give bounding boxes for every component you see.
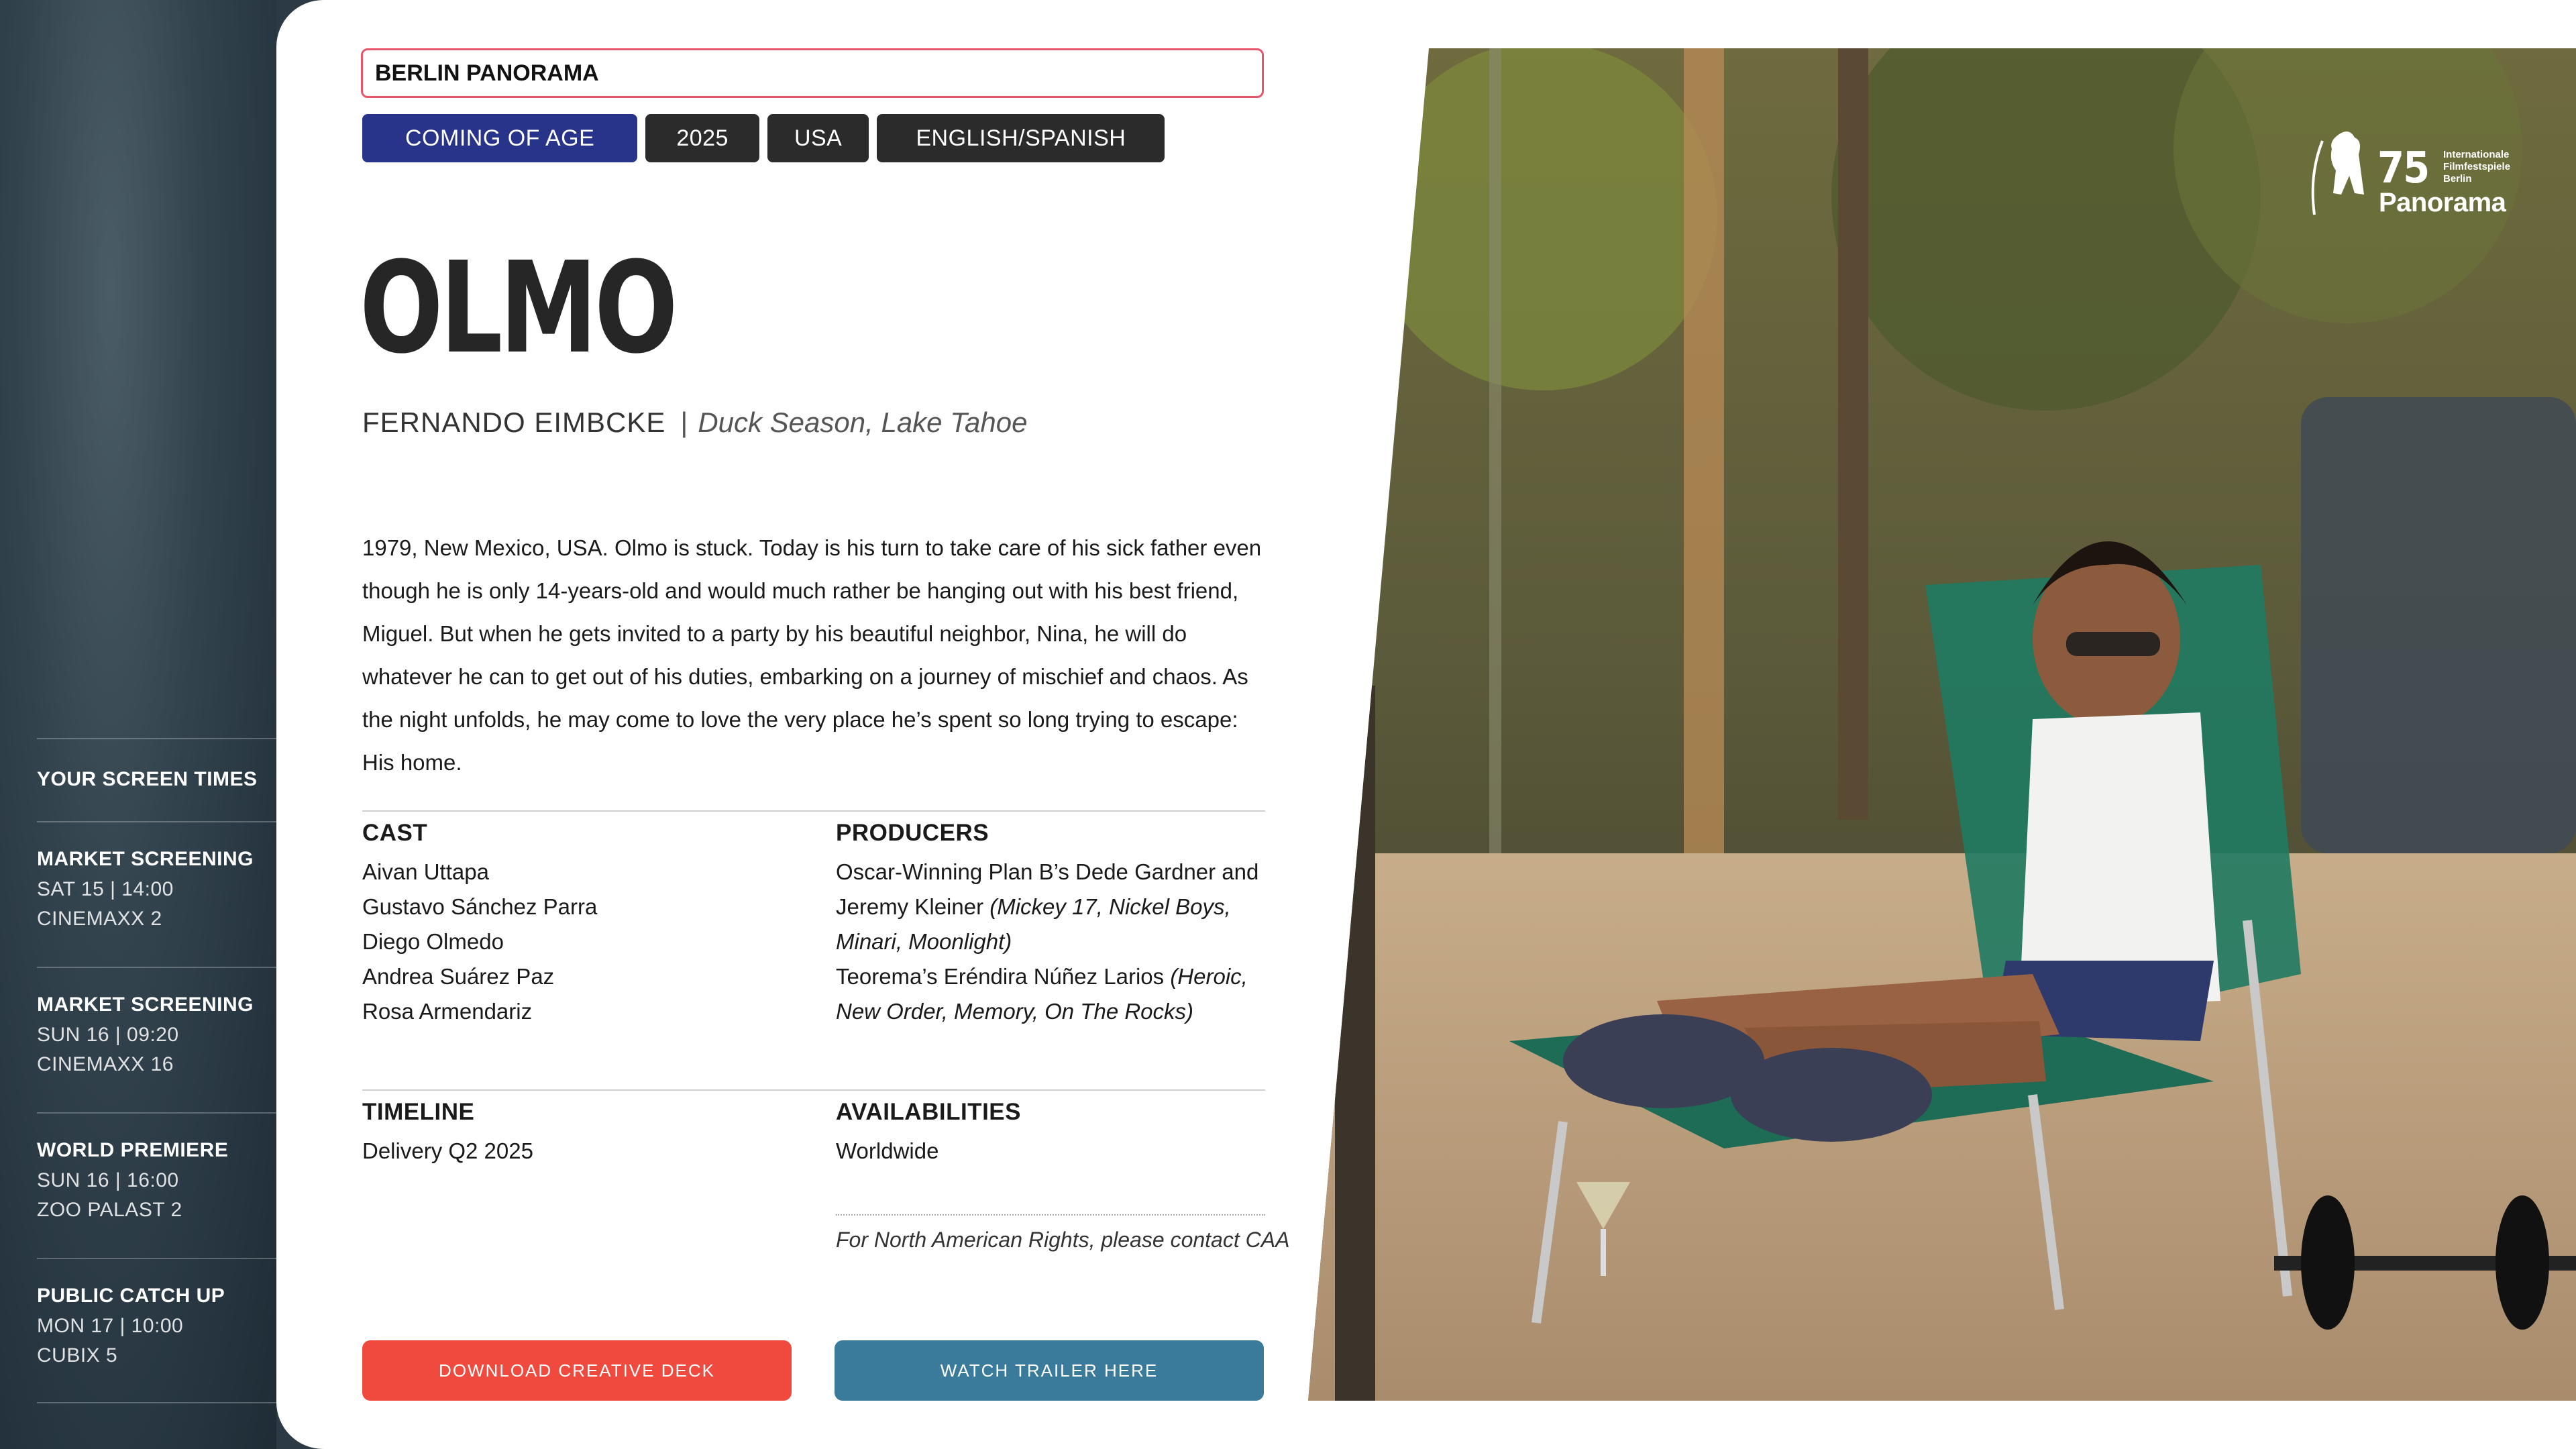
cast-member: Rosa Armendariz <box>362 999 533 1024</box>
screening-item[interactable]: MARKET SCREENING SUN 16 | 09:20 CINEMAXX… <box>37 967 276 1112</box>
screening-type: WORLD PREMIERE <box>37 1139 229 1161</box>
festival-name: Internationale Filmfestspiele Berlin <box>2443 149 2510 185</box>
availabilities-heading: AVAILABILITIES <box>836 1099 1021 1125</box>
synopsis: 1979, New Mexico, USA. Olmo is stuck. To… <box>362 535 1262 775</box>
availabilities-value: Worldwide <box>836 1138 939 1163</box>
festival-name-line: Filmfestspiele <box>2443 161 2511 172</box>
timeline-section: TIMELINE Delivery Q2 2025 <box>362 1099 533 1169</box>
producer-text: Jeremy Kleiner <box>836 894 990 919</box>
tag-year[interactable]: 2025 <box>645 114 759 162</box>
genre-tags: COMING OF AGE 2025 USA ENGLISH/SPANISH <box>362 114 1165 162</box>
edition-number: 75 <box>2377 144 2430 193</box>
screening-time: SUN 16 | 16:00 <box>37 1169 179 1191</box>
section-name: Panorama <box>2379 188 2506 217</box>
festival-name-line: Berlin <box>2443 173 2472 184</box>
cast-member: Andrea Suárez Paz <box>362 964 555 989</box>
producers-section: PRODUCERS Oscar-Winning Plan B’s Dede Ga… <box>836 820 1265 1029</box>
divider <box>37 738 276 739</box>
screening-item[interactable]: MARKET SCREENING SAT 15 | 14:00 CINEMAXX… <box>37 821 276 967</box>
cast-section: CAST Aivan Uttapa Gustavo Sánchez Parra … <box>362 820 597 1029</box>
producers-heading: PRODUCERS <box>836 820 989 846</box>
tag-country[interactable]: USA <box>767 114 869 162</box>
cast-member: Diego Olmedo <box>362 929 504 954</box>
screening-type: PUBLIC CATCH UP <box>37 1285 225 1307</box>
cast-member: Aivan Uttapa <box>362 859 489 884</box>
screening-venue: CUBIX 5 <box>37 1344 118 1366</box>
cast-heading: CAST <box>362 820 428 846</box>
berlinale-logo: 75 Internationale Filmfestspiele Berlin … <box>2302 114 2524 221</box>
screening-time: MON 17 | 10:00 <box>37 1315 184 1337</box>
screen-times-heading: YOUR SCREEN TIMES <box>37 768 258 790</box>
producer-credits: (Mickey 17, Nickel Boys, <box>989 894 1231 919</box>
screening-item[interactable]: PUBLIC CATCH UP MON 17 | 10:00 CUBIX 5 <box>37 1258 276 1403</box>
director-line: FERNANDO EIMBCKE | Duck Season, Lake Tahoe <box>362 407 1027 439</box>
director-name: FERNANDO EIMBCKE <box>362 407 666 438</box>
divider <box>362 810 1265 812</box>
search-input[interactable]: BERLIN PANORAMA <box>361 48 1264 98</box>
screening-time: SAT 15 | 14:00 <box>37 878 174 900</box>
watch-trailer-button[interactable]: WATCH TRAILER HERE <box>835 1340 1264 1401</box>
producer-line: Minari, Moonlight) <box>836 924 1265 959</box>
screening-type: MARKET SCREENING <box>37 994 254 1016</box>
tag-genre[interactable]: COMING OF AGE <box>362 114 638 162</box>
film-still <box>1308 48 2576 1401</box>
producer-line: Teorema’s Eréndira Núñez Larios (Heroic, <box>836 959 1265 994</box>
screen-times-list: MARKET SCREENING SAT 15 | 14:00 CINEMAXX… <box>37 821 276 1403</box>
separator: | <box>680 407 689 438</box>
previous-works: Duck Season, Lake Tahoe <box>698 407 1028 438</box>
film-title: OLMO <box>360 235 678 382</box>
festival-name-line: Internationale <box>2443 149 2510 160</box>
screening-venue: CINEMAXX 2 <box>37 908 162 930</box>
tag-language[interactable]: ENGLISH/SPANISH <box>877 114 1165 162</box>
screening-venue: CINEMAXX 16 <box>37 1053 174 1075</box>
divider <box>362 1089 1265 1091</box>
producer-credits: New Order, Memory, On The Rocks) <box>836 999 1194 1024</box>
screening-item[interactable]: WORLD PREMIERE SUN 16 | 16:00 ZOO PALAST… <box>37 1112 276 1258</box>
berlinale-bear-icon <box>2311 131 2364 215</box>
producer-credits: (Heroic, <box>1170 964 1248 989</box>
timeline-value: Delivery Q2 2025 <box>362 1138 533 1163</box>
timeline-heading: TIMELINE <box>362 1099 475 1125</box>
screening-time: SUN 16 | 09:20 <box>37 1024 179 1046</box>
rights-contact: For North American Rights, please contac… <box>836 1228 1290 1252</box>
producer-line: Jeremy Kleiner (Mickey 17, Nickel Boys, <box>836 890 1265 924</box>
divider <box>836 1214 1265 1216</box>
cast-member: Gustavo Sánchez Parra <box>362 894 598 919</box>
screening-type: MARKET SCREENING <box>37 848 254 870</box>
download-deck-button[interactable]: DOWNLOAD CREATIVE DECK <box>362 1340 792 1401</box>
sidebar: YOUR SCREEN TIMES MARKET SCREENING SAT 1… <box>0 0 276 1449</box>
availabilities-section: AVAILABILITIES Worldwide <box>836 1099 1021 1169</box>
producer-line: New Order, Memory, On The Rocks) <box>836 994 1265 1029</box>
producer-line: Oscar-Winning Plan B’s Dede Gardner and <box>836 859 1259 884</box>
producer-text: Teorema’s Eréndira Núñez Larios <box>836 964 1171 989</box>
screening-venue: ZOO PALAST 2 <box>37 1199 182 1221</box>
producer-credits: Minari, Moonlight) <box>836 929 1012 954</box>
